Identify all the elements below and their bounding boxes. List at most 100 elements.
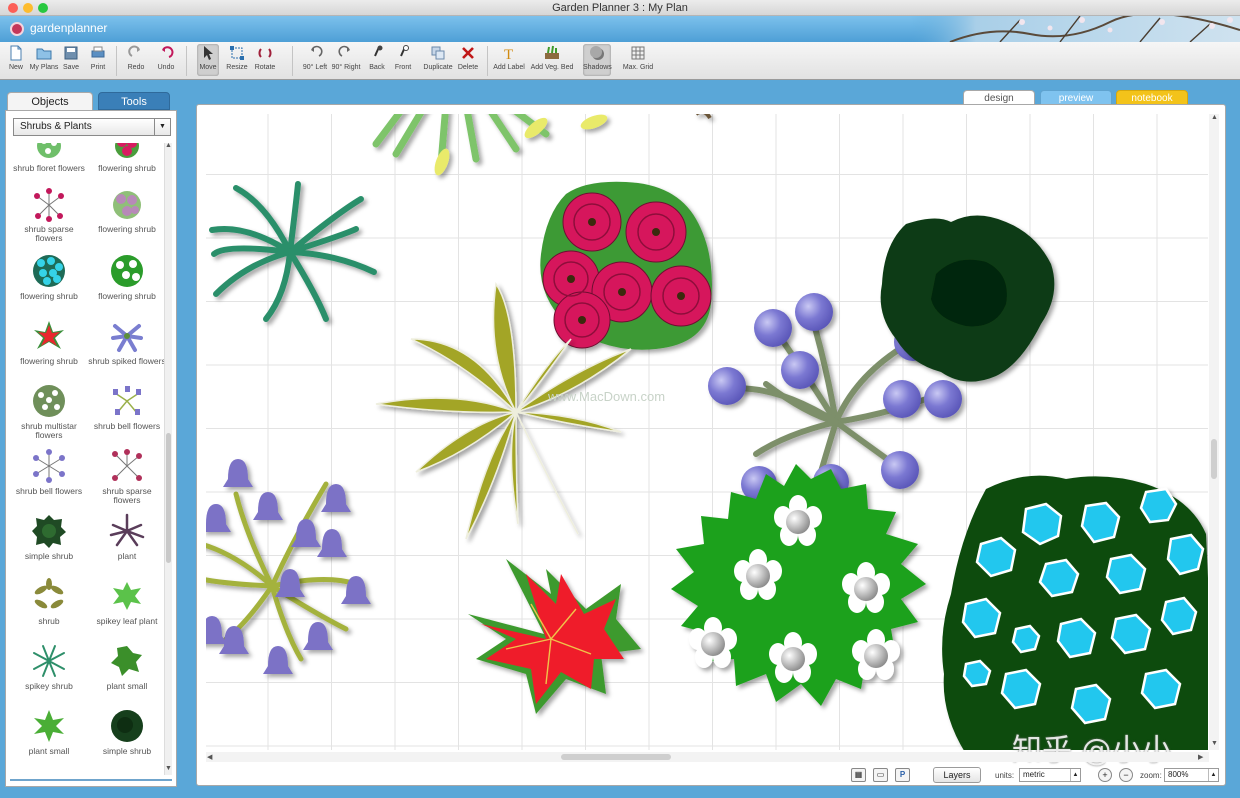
canvas-vertical-scrollbar[interactable]: ▲ ▼ bbox=[1209, 114, 1219, 750]
toolbar-label: Move bbox=[199, 64, 217, 71]
flowering-shrub-icon bbox=[113, 191, 141, 219]
tab-tools[interactable]: Tools bbox=[98, 92, 170, 110]
shrub-multistar-flowers-icon bbox=[33, 385, 65, 417]
palette-item[interactable]: shrub floret flowers bbox=[10, 143, 88, 173]
toolbar-label: Back bbox=[369, 64, 385, 71]
palette-item[interactable]: shrub bell flowers bbox=[10, 448, 88, 496]
scroll-up-icon[interactable]: ▲ bbox=[165, 142, 172, 149]
palette-item[interactable]: spikey leaf plant bbox=[88, 578, 166, 626]
stepper-icon[interactable]: ▲ bbox=[1208, 769, 1218, 781]
palette-item[interactable]: flowering shrub bbox=[10, 253, 88, 301]
delete-icon bbox=[462, 47, 474, 59]
new-document-icon bbox=[10, 45, 22, 61]
new-button[interactable]: New bbox=[6, 44, 26, 71]
toolbar-label: Resize bbox=[226, 64, 248, 71]
zoom-select[interactable]: 800% ▲ bbox=[1164, 768, 1219, 782]
layers-button[interactable]: Layers bbox=[933, 767, 981, 783]
canvas-vertical-thumb[interactable] bbox=[1211, 439, 1217, 479]
palette-item[interactable]: shrub bbox=[10, 578, 88, 626]
scroll-left-icon[interactable]: ◀ bbox=[207, 753, 212, 761]
toolbar-label: Shadows bbox=[583, 64, 612, 71]
palette-item[interactable]: shrub sparse flowers bbox=[10, 188, 88, 243]
overlay-watermark: 知乎 @小小 bbox=[1012, 733, 1172, 768]
move-tool-button[interactable]: Move bbox=[197, 44, 219, 76]
redo-button[interactable]: Redo bbox=[124, 44, 148, 71]
my-plans-button[interactable]: My Plans bbox=[29, 44, 59, 71]
palette-item-label: shrub bell flowers bbox=[93, 421, 161, 431]
shadows-toggle[interactable]: Shadows bbox=[583, 44, 612, 76]
purple-bell-flower-shrub[interactable] bbox=[206, 459, 371, 674]
palette-item[interactable]: shrub bell flowers bbox=[88, 383, 166, 431]
folder-icon bbox=[36, 48, 52, 60]
palette-item[interactable]: shrub multistar flowers bbox=[10, 383, 88, 440]
canvas-horizontal-scrollbar[interactable]: ◀ ▶ bbox=[206, 752, 1209, 762]
garden-planner-logo-icon bbox=[10, 22, 24, 36]
category-select[interactable]: Shrubs & Plants ▼ bbox=[13, 118, 171, 136]
undo-button[interactable]: Undo bbox=[154, 44, 178, 71]
toolbar-separator bbox=[487, 46, 488, 76]
palette-scrollbar[interactable]: ▲ ▼ bbox=[164, 142, 172, 775]
scroll-down-icon[interactable]: ▼ bbox=[1211, 740, 1218, 747]
palette-item[interactable]: simple shrub bbox=[88, 708, 166, 756]
palette-item[interactable]: spikey shrub bbox=[10, 643, 88, 691]
plan-view-icon[interactable]: P bbox=[895, 768, 910, 782]
spikey-shrub-plant[interactable] bbox=[209, 181, 377, 322]
toolbar-label: Save bbox=[63, 64, 79, 71]
tab-preview[interactable]: preview bbox=[1040, 90, 1112, 105]
bring-front-button[interactable]: Front bbox=[392, 44, 414, 71]
window-title: Garden Planner 3 : My Plan bbox=[552, 2, 688, 14]
send-back-button[interactable]: Back bbox=[367, 44, 387, 71]
rotate-left-button[interactable]: 90° Left bbox=[301, 44, 329, 71]
rotate-right-button[interactable]: 90° Right bbox=[330, 44, 362, 71]
palette-item[interactable]: flowering shrub bbox=[88, 253, 166, 301]
add-label-button[interactable]: T Add Label bbox=[493, 44, 525, 71]
delete-button[interactable]: Delete bbox=[456, 44, 480, 71]
tab-notebook[interactable]: notebook bbox=[1116, 90, 1188, 105]
duplicate-button[interactable]: Duplicate bbox=[422, 44, 454, 71]
palette-item[interactable]: shrub sparse flowers bbox=[88, 448, 166, 505]
scroll-up-icon[interactable]: ▲ bbox=[1211, 114, 1218, 121]
flowering-shrub-icon bbox=[115, 143, 139, 158]
canvas-horizontal-thumb[interactable] bbox=[561, 754, 671, 760]
simple-shrub-icon bbox=[111, 710, 143, 742]
palette-item[interactable]: shrub spiked flowers bbox=[88, 318, 166, 366]
rotate-tool-button[interactable]: Rotate bbox=[253, 44, 277, 71]
tab-objects[interactable]: Objects bbox=[7, 92, 93, 110]
add-veg-bed-button[interactable]: Add Veg. Bed bbox=[529, 44, 575, 71]
palette-item[interactable]: plant bbox=[88, 513, 166, 561]
white-flower-green-shrub[interactable] bbox=[671, 464, 926, 706]
close-window-button[interactable] bbox=[8, 3, 18, 13]
units-select[interactable]: metric ▲ bbox=[1019, 768, 1081, 782]
zoom-out-icon[interactable]: − bbox=[1119, 768, 1133, 782]
ruler-icon[interactable]: ▭ bbox=[873, 768, 888, 782]
palette-item[interactable]: plant small bbox=[10, 708, 88, 756]
cyan-flower-dark-shrub[interactable] bbox=[942, 475, 1208, 750]
zoom-in-icon[interactable]: + bbox=[1098, 768, 1112, 782]
red-lily-flowering-shrub[interactable] bbox=[468, 559, 641, 714]
rotate-right-icon bbox=[338, 45, 350, 57]
chevron-down-icon[interactable]: ▼ bbox=[154, 119, 170, 135]
palette-item[interactable]: plant small bbox=[88, 643, 166, 691]
palette-item[interactable]: flowering shrub bbox=[88, 188, 166, 234]
scroll-down-icon[interactable]: ▼ bbox=[165, 765, 172, 772]
site-watermark: www.MacDown.com bbox=[548, 389, 666, 404]
max-grid-button[interactable]: Max. Grid bbox=[621, 44, 655, 71]
resize-tool-button[interactable]: Resize bbox=[225, 44, 249, 71]
maximize-window-button[interactable] bbox=[38, 3, 48, 13]
tab-design[interactable]: design bbox=[963, 90, 1035, 105]
top-shrub-plant[interactable] bbox=[372, 114, 712, 177]
garden-canvas[interactable]: www.MacDown.com bbox=[206, 114, 1208, 750]
stepper-icon[interactable]: ▲ bbox=[1070, 769, 1080, 781]
print-button[interactable]: Print bbox=[87, 44, 109, 71]
scroll-right-icon[interactable]: ▶ bbox=[1198, 753, 1203, 761]
toolbar-label: Add Label bbox=[493, 64, 525, 71]
palette-scroll-thumb[interactable] bbox=[166, 433, 171, 563]
palette-item[interactable]: flowering shrub bbox=[88, 143, 166, 173]
palette-item[interactable]: simple shrub bbox=[10, 513, 88, 561]
minimize-window-button[interactable] bbox=[23, 3, 33, 13]
palette-item[interactable]: flowering shrub bbox=[10, 318, 88, 366]
spikey-shrub-icon bbox=[33, 645, 65, 677]
rose-flowering-shrub[interactable] bbox=[540, 181, 712, 350]
save-button[interactable]: Save bbox=[61, 44, 81, 71]
grid-view-icon[interactable]: ▦ bbox=[851, 768, 866, 782]
